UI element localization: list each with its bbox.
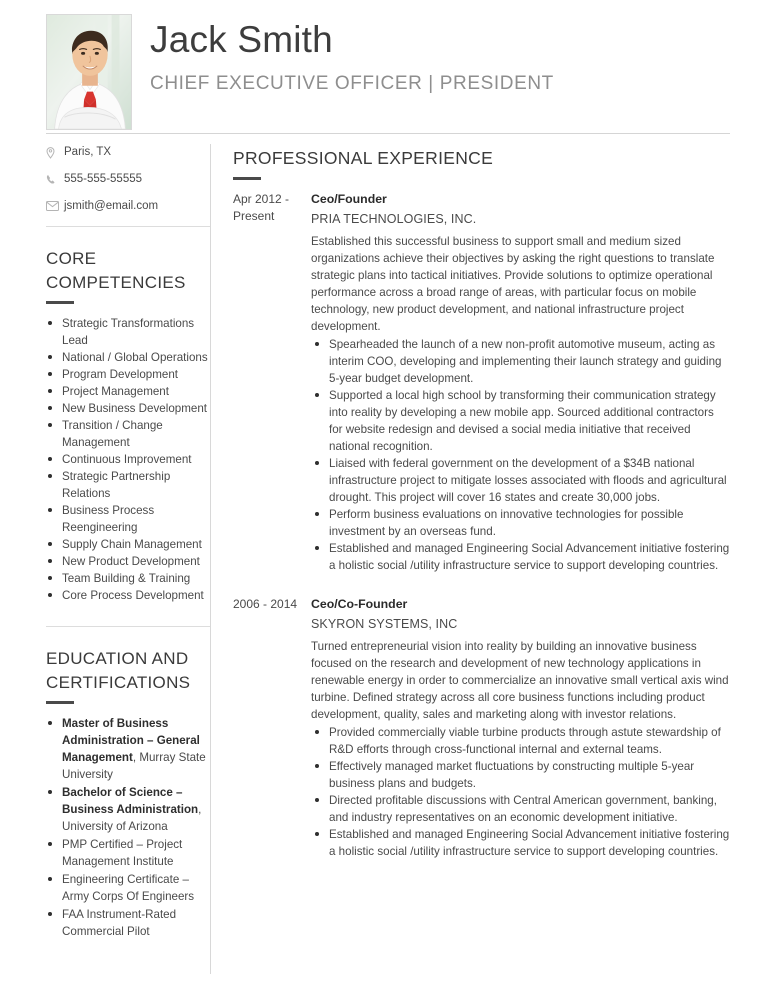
list-item: Program Development (46, 366, 210, 383)
experience-company: SKYRON SYSTEMS, INC (311, 617, 458, 632)
header-text: Jack Smith CHIEF EXECUTIVE OFFICER | PRE… (132, 14, 730, 95)
experience-dates: 2006 - 2014 (233, 597, 298, 612)
experience-bullet-list: Spearheaded the launch of a new non-prof… (311, 336, 730, 574)
list-item: Bachelor of Science – Business Administr… (46, 784, 210, 835)
experience-job-title: Ceo/Co-Founder (311, 597, 408, 612)
list-item: Core Process Development (46, 587, 210, 604)
experience-body: Ceo/Co-Founder SKYRON SYSTEMS, INC Turned … (311, 596, 730, 860)
experience-bullet-list: Provided commercially viable turbine pro… (311, 724, 730, 860)
resume-page: Jack Smith CHIEF EXECUTIVE OFFICER | PRE… (0, 0, 760, 983)
contact-location: Paris, TX (46, 146, 210, 160)
sidebar: Paris, TX 555-555-55555 jsmith@email.com (0, 134, 210, 974)
education-title: EDUCATION AND CERTIFICATIONS (46, 649, 191, 692)
list-item: Strategic Transformations Lead (46, 315, 210, 349)
section-title-underline (46, 301, 74, 305)
degree-name: Bachelor of Science – Business Administr… (62, 786, 199, 817)
list-item: Provided commercially viable turbine pro… (311, 724, 730, 758)
experience-list: Apr 2012 - Present Ceo/Founder PRIA TECHNO… (233, 191, 730, 860)
institution-name: FAA Instrument-Rated Commercial Pilot (62, 908, 177, 939)
experience-title: PROFESSIONAL EXPERIENCE (233, 148, 494, 168)
section-title-underline (233, 177, 261, 181)
list-item: Master of Business Administration – Gene… (46, 715, 210, 783)
list-item: Transition / Change Management (46, 417, 210, 451)
list-item: Perform business evaluations on innovati… (311, 506, 730, 540)
header-divider (46, 133, 730, 134)
education-list: Master of Business Administration – Gene… (46, 715, 210, 940)
experience-body: Ceo/Founder PRIA TECHNOLOGIES, INC. Establ… (311, 191, 730, 574)
list-item: Engineering Certificate – Army Corps Of … (46, 871, 210, 905)
contact-phone: 555-555-55555 (46, 173, 210, 187)
core-competencies-list: Strategic Transformations Lead National /… (46, 315, 210, 604)
list-item: Project Management (46, 383, 210, 400)
core-competencies-title: CORE COMPETENCIES (46, 249, 186, 292)
experience-entry: Apr 2012 - Present Ceo/Founder PRIA TECHNO… (233, 191, 730, 574)
sidebar-divider-1 (46, 226, 210, 228)
list-item: Supported a local high school by transfo… (311, 387, 730, 455)
list-item: Directed profitable discussions with Cen… (311, 792, 730, 826)
experience-dates: Apr 2012 - Present (233, 192, 290, 224)
list-item: Liaised with federal government on the d… (311, 455, 730, 506)
list-item: New Product Development (46, 553, 210, 570)
phone-icon (46, 174, 62, 185)
contact-email-text: jsmith@email.com (64, 199, 159, 212)
list-item: Strategic Partnership Relations (46, 468, 210, 502)
list-item: New Business Development (46, 400, 210, 417)
experience-summary: Turned entrepreneurial vision into reali… (311, 640, 729, 722)
list-item: Continuous Improvement (46, 451, 210, 468)
contact-phone-text: 555-555-55555 (64, 172, 143, 185)
resume-header: Jack Smith CHIEF EXECUTIVE OFFICER | PRE… (0, 0, 760, 130)
envelope-icon (46, 201, 62, 212)
section-education: EDUCATION AND CERTIFICATIONS Master of B… (46, 647, 210, 940)
resume-columns: Paris, TX 555-555-55555 jsmith@email.com (0, 134, 760, 974)
avatar (46, 14, 132, 130)
experience-entry: 2006 - 2014 Ceo/Co-Founder SKYRON SYSTEMS,… (233, 596, 730, 860)
section-title-underline (46, 701, 74, 705)
experience-summary: Established this successful business to … (311, 235, 715, 334)
sidebar-divider-2 (46, 626, 210, 628)
list-item: National / Global Operations (46, 349, 210, 366)
list-item: Spearheaded the launch of a new non-prof… (311, 336, 730, 387)
section-core-competencies: CORE COMPETENCIES Strategic Transformati… (46, 247, 210, 604)
contact-location-text: Paris, TX (64, 146, 112, 158)
list-item: Team Building & Training (46, 570, 210, 587)
portrait-photo-icon (47, 15, 131, 129)
list-item: PMP Certified – Project Management Insti… (46, 836, 210, 870)
main-content: PROFESSIONAL EXPERIENCE Apr 2012 - Prese… (211, 134, 760, 974)
contact-list: Paris, TX 555-555-55555 jsmith@email.com (46, 146, 210, 213)
list-item: Effectively managed market fluctuations … (311, 758, 730, 792)
list-item: FAA Instrument-Rated Commercial Pilot (46, 906, 210, 940)
institution-name: Engineering Certificate – Army Corps Of … (62, 873, 195, 904)
list-item: Established and managed Engineering Soci… (311, 826, 730, 860)
contact-email: jsmith@email.com (46, 200, 210, 214)
map-pin-icon (46, 146, 62, 159)
experience-company: PRIA TECHNOLOGIES, INC. (311, 212, 477, 227)
list-item: Supply Chain Management (46, 536, 210, 553)
list-item: Established and managed Engineering Soci… (311, 540, 730, 574)
experience-job-title: Ceo/Founder (311, 192, 387, 207)
page-title: Jack Smith (150, 19, 333, 60)
job-headline: CHIEF EXECUTIVE OFFICER | PRESIDENT (150, 72, 554, 94)
institution-name: PMP Certified – Project Management Insti… (62, 838, 183, 869)
list-item: Business Process Reengineering (46, 502, 210, 536)
